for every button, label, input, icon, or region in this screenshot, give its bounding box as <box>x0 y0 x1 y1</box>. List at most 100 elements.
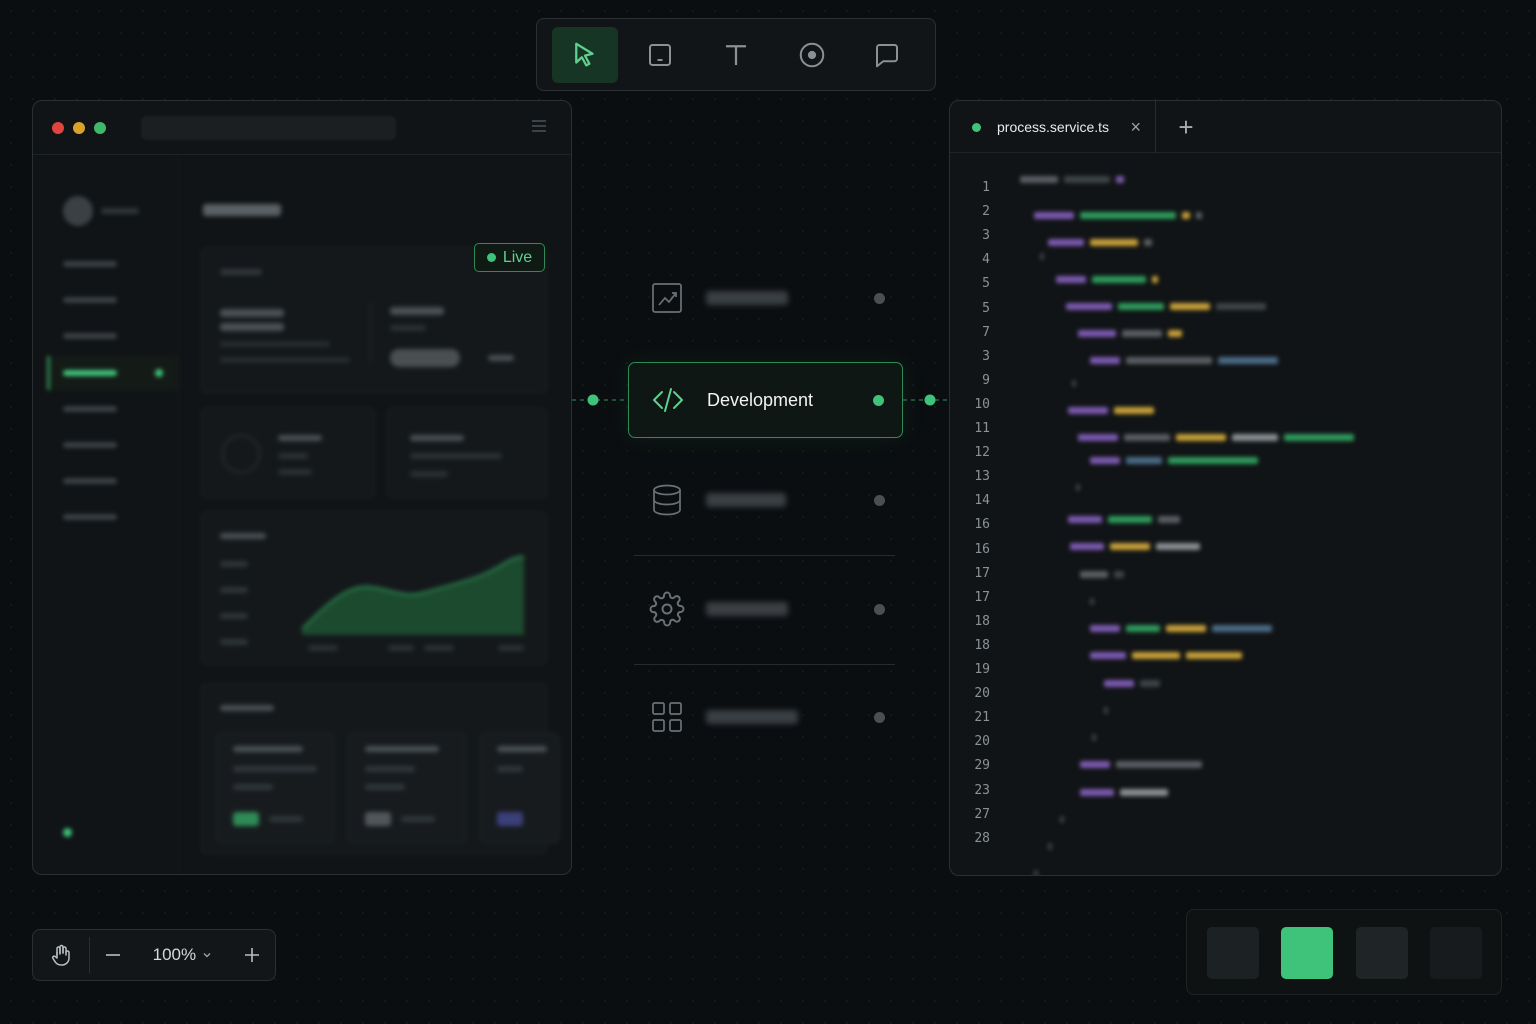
sidebar-item[interactable] <box>63 333 117 339</box>
code-token <box>1108 516 1152 524</box>
line-number: 7 <box>982 324 990 340</box>
node-divider <box>634 555 895 556</box>
code-token <box>1034 212 1074 220</box>
line-number: 13 <box>974 469 990 485</box>
tab-filename: process.service.ts <box>997 119 1110 135</box>
page-title <box>203 204 281 216</box>
swatch-charcoal[interactable] <box>1430 927 1482 979</box>
code-token <box>1116 761 1202 769</box>
code-token <box>1080 212 1176 220</box>
node-port-dot[interactable] <box>874 494 885 506</box>
window-titlebar <box>33 101 571 155</box>
grid-icon <box>648 698 686 736</box>
sidebar-item[interactable] <box>63 406 117 412</box>
area-chart <box>302 555 524 635</box>
line-number: 16 <box>974 517 990 533</box>
swatch-slate[interactable] <box>1356 927 1408 979</box>
select-tool-button[interactable] <box>551 26 618 83</box>
code-token <box>1064 175 1110 183</box>
zoom-out-button[interactable] <box>90 930 136 980</box>
node-database[interactable] <box>628 462 903 538</box>
maximize-window-dot[interactable] <box>94 122 106 134</box>
sidebar-item[interactable] <box>63 261 117 267</box>
swatch-green-selected[interactable] <box>1281 927 1333 979</box>
code-token <box>1072 380 1076 387</box>
node-port-dot[interactable] <box>874 292 885 304</box>
code-token <box>1076 484 1080 492</box>
code-token <box>1040 252 1044 260</box>
avatar <box>63 196 93 226</box>
live-status-badge: Live <box>474 243 545 272</box>
code-token <box>1120 788 1168 796</box>
address-bar[interactable] <box>141 116 396 140</box>
minus-icon <box>105 954 120 956</box>
ellipse-tool-button[interactable] <box>779 27 845 83</box>
code-token <box>1126 357 1212 365</box>
line-number: 5 <box>982 300 990 316</box>
comment-tool-button[interactable] <box>854 27 920 83</box>
code-token <box>1090 357 1120 365</box>
sidebar-item[interactable] <box>63 514 117 520</box>
code-token <box>1116 175 1124 183</box>
node-analytics[interactable] <box>628 260 903 336</box>
line-number: 20 <box>974 734 990 750</box>
node-components[interactable] <box>628 679 903 755</box>
code-token <box>1122 330 1162 338</box>
line-number: 10 <box>974 396 990 412</box>
frame-icon <box>649 43 672 66</box>
new-tab-button[interactable]: + <box>1170 111 1202 143</box>
preview-sidebar <box>33 156 179 874</box>
line-number: 17 <box>974 589 990 605</box>
code-token <box>1020 175 1058 183</box>
node-divider <box>634 664 895 665</box>
tool-toolbar <box>536 18 936 91</box>
node-port-dot[interactable] <box>874 711 885 723</box>
text-icon <box>725 44 746 65</box>
code-token <box>1078 330 1116 338</box>
code-content[interactable] <box>1010 153 1501 875</box>
sidebar-item[interactable] <box>63 478 117 484</box>
stat-card <box>387 408 547 498</box>
code-token <box>1212 625 1272 633</box>
circle-icon <box>799 42 824 67</box>
line-number: 12 <box>974 445 990 461</box>
sidebar-active-dot <box>155 369 163 377</box>
hamburger-menu-icon[interactable] <box>531 119 547 133</box>
node-port-dot[interactable] <box>874 603 885 615</box>
line-number: 5 <box>982 276 990 292</box>
chevron-down-icon <box>203 953 211 958</box>
code-token <box>1126 457 1162 465</box>
zoom-level-dropdown[interactable]: 100% <box>136 930 230 980</box>
swatch-dark[interactable] <box>1207 927 1259 979</box>
editor-tab[interactable]: process.service.ts × <box>950 101 1156 153</box>
zoom-in-button[interactable] <box>229 930 275 980</box>
minimize-window-dot[interactable] <box>73 122 85 134</box>
line-number: 9 <box>982 372 990 388</box>
line-number: 23 <box>974 782 990 798</box>
sidebar-brand <box>101 208 139 214</box>
code-token <box>1232 434 1278 442</box>
node-label <box>706 710 798 724</box>
code-token <box>1166 625 1206 633</box>
code-token <box>1218 357 1278 365</box>
node-port-dot[interactable] <box>873 394 884 406</box>
close-window-dot[interactable] <box>52 122 64 134</box>
code-token <box>1168 457 1258 465</box>
sidebar-item[interactable] <box>63 442 117 448</box>
plus-icon <box>245 948 260 962</box>
line-number: 3 <box>982 228 990 244</box>
code-token <box>1110 543 1150 551</box>
node-settings[interactable] <box>628 571 903 647</box>
close-tab-icon[interactable]: × <box>1130 117 1141 138</box>
node-development[interactable]: Development <box>628 362 903 438</box>
code-token <box>1144 239 1152 247</box>
sidebar-item[interactable] <box>63 297 117 303</box>
code-token <box>1080 570 1108 578</box>
text-tool-button[interactable] <box>703 27 769 83</box>
code-token <box>1068 407 1108 415</box>
node-label <box>706 602 788 616</box>
node-label <box>706 493 786 507</box>
pan-tool-button[interactable] <box>33 930 89 980</box>
frame-tool-button[interactable] <box>627 27 693 83</box>
database-icon <box>648 481 686 519</box>
